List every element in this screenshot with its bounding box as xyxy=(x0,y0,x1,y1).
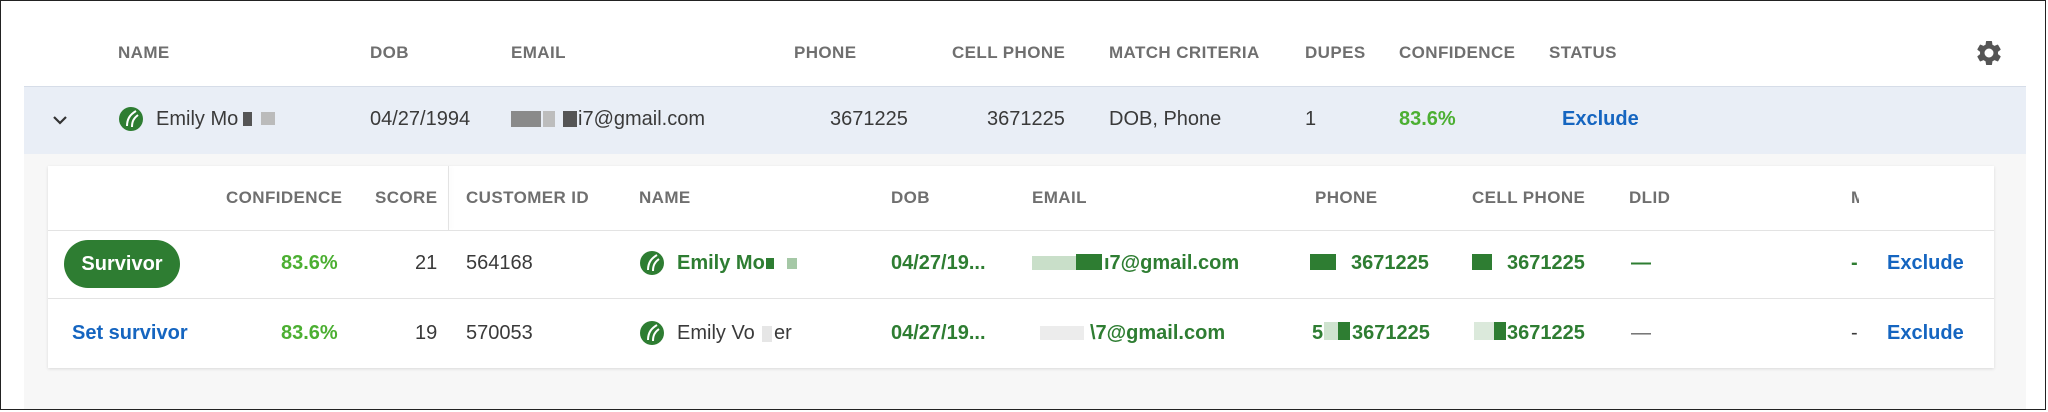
redaction-block xyxy=(1032,256,1076,270)
sub-row-customer-id: 564168 xyxy=(466,252,533,274)
sub-row-cell-phone[interactable]: 3671225 xyxy=(1507,322,1585,345)
redaction-block xyxy=(243,112,252,126)
row-divider xyxy=(48,230,1994,231)
row-dob: 04/27/1994 xyxy=(370,108,471,130)
sub-row-score: 19 xyxy=(415,322,438,344)
sub-row-dlid: — xyxy=(1631,322,1651,344)
header-confidence[interactable]: CONFIDENCE xyxy=(1399,43,1515,63)
redaction-block xyxy=(1472,254,1492,270)
sub-row-customer-id: 570053 xyxy=(466,322,533,344)
sub-row-dob: 04/27/19... xyxy=(891,252,986,274)
sub-row-exclude-link[interactable]: Exclude xyxy=(1887,322,1964,345)
sub-header-email[interactable]: EMAIL xyxy=(1032,188,1087,208)
sub-header-score[interactable]: SCORE xyxy=(375,188,437,208)
sub-row-confidence: 83.6% xyxy=(281,322,338,344)
sub-header-confidence[interactable]: CONFIDENCE xyxy=(226,188,342,208)
redaction-block xyxy=(1076,254,1102,270)
survivor-button[interactable]: Survivor xyxy=(64,240,180,288)
sub-row-confidence: 83.6% xyxy=(281,252,338,274)
set-survivor-link[interactable]: Set survivor xyxy=(72,322,188,345)
sub-row-dob: 04/27/19... xyxy=(891,322,986,344)
sub-header-phone[interactable]: PHONE xyxy=(1315,188,1377,208)
sub-row-exclude-link[interactable]: Exclude xyxy=(1887,252,1964,275)
row-phone: 3671225 xyxy=(830,108,908,130)
sub-row-name[interactable]: Emily Vo xyxy=(677,322,755,345)
sub-row-phone[interactable]: 3671225 xyxy=(1352,322,1430,345)
leaf-icon xyxy=(640,321,664,345)
header-dupes[interactable]: DUPES xyxy=(1305,43,1366,63)
redaction-block xyxy=(1040,326,1084,340)
leaf-icon xyxy=(119,107,143,131)
header-match-criteria[interactable]: MATCH CRITERIA xyxy=(1109,43,1260,63)
sub-row-email[interactable]: ı7@gmail.com xyxy=(1104,252,1239,275)
row-cell-phone: 3671225 xyxy=(987,108,1065,130)
sub-row-phone-prefix: 5 xyxy=(1312,322,1324,344)
leaf-icon xyxy=(640,251,664,275)
sub-row-cell-phone[interactable]: 3671225 xyxy=(1507,252,1585,275)
row-status-exclude-link[interactable]: Exclude xyxy=(1562,108,1639,131)
redaction-block xyxy=(787,258,797,269)
sub-header-customer-id[interactable]: CUSTOMER ID xyxy=(466,188,589,208)
row-divider xyxy=(48,298,1994,299)
row-email: i7@gmail.com xyxy=(578,108,706,130)
redaction-block xyxy=(1324,322,1338,340)
sub-row-phone[interactable]: 3671225 xyxy=(1351,252,1429,275)
redaction-block xyxy=(766,258,774,269)
redaction-block xyxy=(1474,322,1494,340)
sub-row-email[interactable]: \7@gmail.com xyxy=(1090,322,1225,345)
redaction-block xyxy=(762,326,772,342)
row-name: Emily Mo xyxy=(156,108,239,130)
header-dob[interactable]: DOB xyxy=(370,43,409,63)
column-divider xyxy=(448,166,449,230)
sub-row-truncated: - xyxy=(1851,322,1858,344)
sub-row-name[interactable]: Emily Mo xyxy=(677,252,765,275)
sub-row-score: 21 xyxy=(415,252,438,274)
header-status[interactable]: STATUS xyxy=(1549,43,1617,63)
sub-header-cell-phone[interactable]: CELL PHONE xyxy=(1472,188,1585,208)
sub-row-name-tail: er xyxy=(774,322,792,344)
sub-header-truncated[interactable]: M xyxy=(1851,188,1859,208)
chevron-down-icon[interactable] xyxy=(50,110,70,130)
redaction-block xyxy=(1494,322,1506,340)
gear-icon[interactable] xyxy=(1974,38,2004,68)
sub-header-dlid[interactable]: DLID xyxy=(1629,188,1670,208)
header-cell-phone[interactable]: CELL PHONE xyxy=(952,43,1065,63)
redaction-block xyxy=(563,111,577,127)
row-confidence: 83.6% xyxy=(1399,108,1456,130)
sub-row-dlid: — xyxy=(1631,252,1651,274)
redaction-block xyxy=(1310,254,1336,270)
header-email[interactable]: EMAIL xyxy=(511,43,566,63)
header-name[interactable]: NAME xyxy=(118,43,170,63)
row-match-criteria: DOB, Phone xyxy=(1109,108,1222,130)
row-dupes: 1 xyxy=(1305,108,1317,130)
redaction-block xyxy=(543,111,555,127)
sub-header-name[interactable]: NAME xyxy=(639,188,691,208)
header-phone[interactable]: PHONE xyxy=(794,43,856,63)
redaction-block xyxy=(1338,322,1350,340)
sub-row-truncated: - xyxy=(1851,252,1858,274)
redaction-block xyxy=(511,111,541,127)
sub-header-dob[interactable]: DOB xyxy=(891,188,930,208)
redaction-block xyxy=(261,112,275,125)
